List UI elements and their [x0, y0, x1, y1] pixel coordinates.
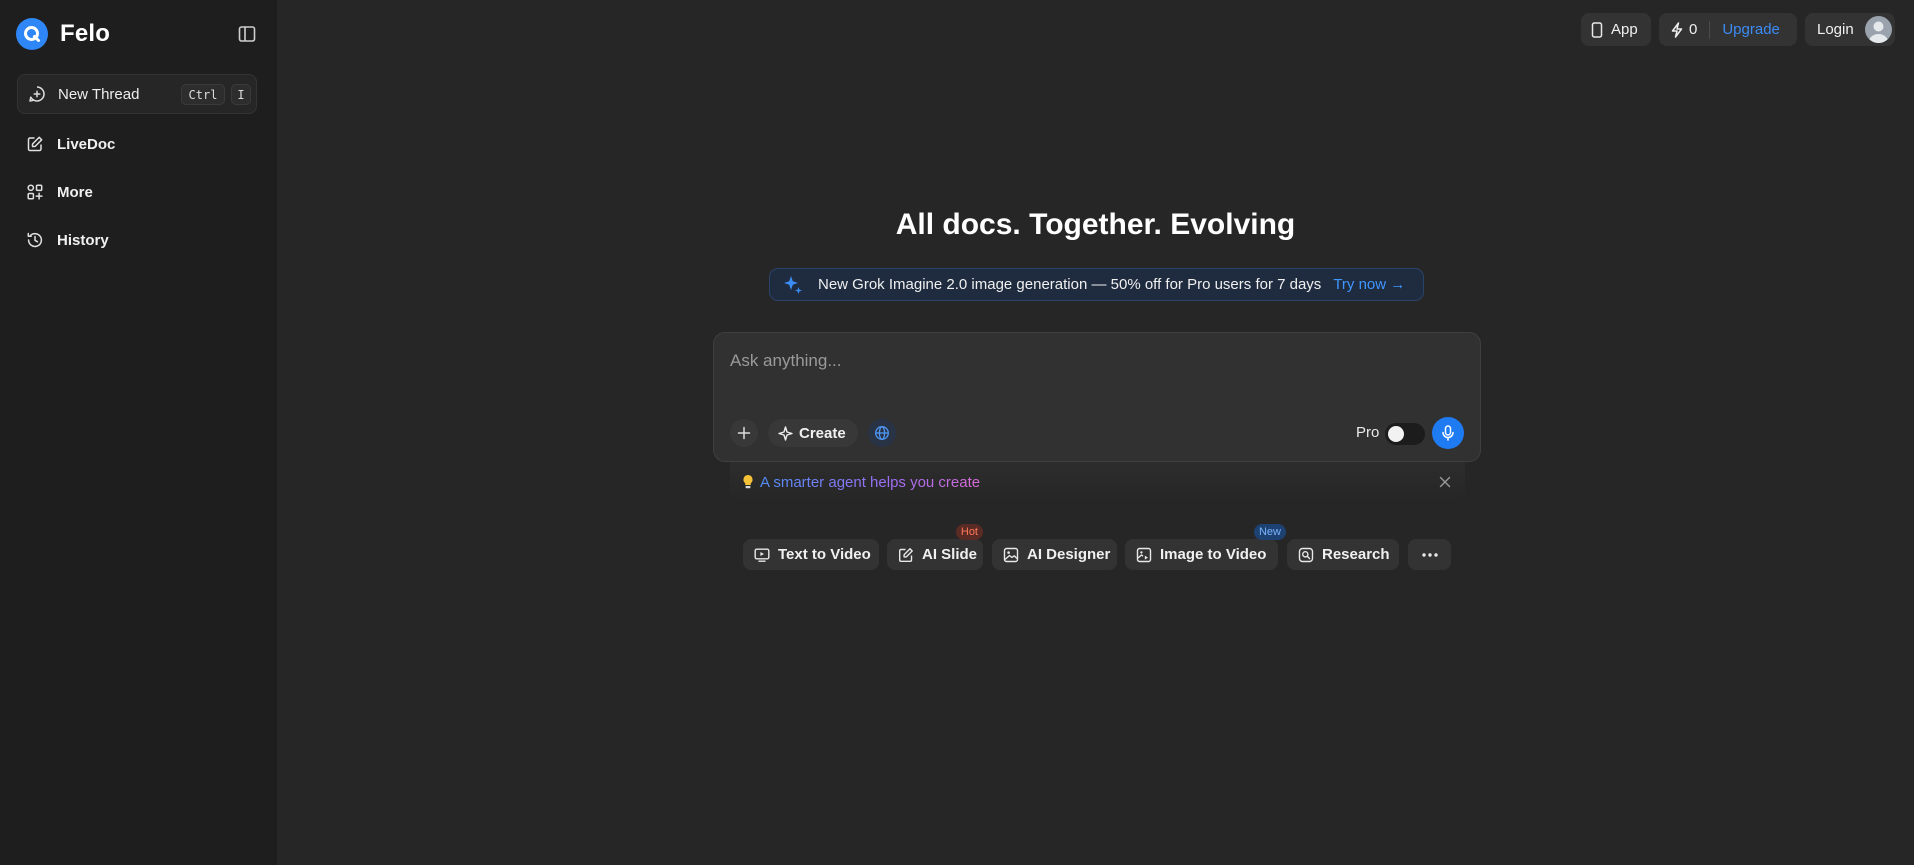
- chip-label: AI Designer: [1027, 546, 1111, 563]
- chip-ai-slide[interactable]: AI Slide Hot: [887, 524, 983, 570]
- shortcut-i-key: I: [231, 84, 251, 105]
- credits-pill: 0 Upgrade: [1659, 13, 1797, 46]
- chip-label: Image to Video: [1160, 546, 1267, 563]
- sidebar-toggle-icon[interactable]: [236, 23, 258, 45]
- edit-icon: [26, 135, 44, 153]
- promo-cta-link[interactable]: Try now →: [1333, 276, 1405, 293]
- sparkle-icon: [782, 274, 804, 296]
- felo-logo-icon: [16, 18, 48, 50]
- apps-icon: [26, 183, 44, 201]
- sidebar-item-label: History: [57, 231, 109, 249]
- app-button[interactable]: App: [1581, 13, 1651, 46]
- web-search-toggle[interactable]: [868, 419, 896, 447]
- chip-text-to-video[interactable]: Text to Video: [743, 539, 879, 570]
- chip-label: Text to Video: [778, 546, 871, 563]
- create-button[interactable]: Create: [768, 419, 858, 447]
- ask-input[interactable]: [730, 347, 1450, 375]
- pro-label: Pro: [1356, 424, 1380, 441]
- close-icon[interactable]: [1437, 474, 1453, 490]
- avatar: [1865, 16, 1892, 43]
- phone-icon: [1591, 21, 1603, 38]
- microphone-icon: [1441, 425, 1455, 441]
- credits-count: 0: [1689, 21, 1698, 38]
- new-thread-label: New Thread: [58, 85, 140, 103]
- tip-text: A smarter agent helps you create: [760, 473, 981, 491]
- promo-text: New Grok Imagine 2.0 image generation — …: [818, 276, 1322, 293]
- page-title: All docs. Together. Evolving: [895, 208, 1296, 241]
- sidebar-item-more[interactable]: More: [26, 180, 93, 204]
- attach-button[interactable]: [730, 419, 758, 447]
- app-label: App: [1611, 21, 1638, 38]
- globe-icon: [874, 425, 890, 441]
- hot-badge: Hot: [955, 524, 983, 540]
- brand-name: Felo: [60, 20, 111, 47]
- research-icon: [1298, 547, 1314, 563]
- sidebar: Felo New Thread Ctrl I LiveDoc More Hist…: [0, 0, 277, 865]
- voice-input-button[interactable]: [1432, 417, 1464, 449]
- new-thread-button[interactable]: New Thread Ctrl I: [17, 74, 257, 114]
- sidebar-item-history[interactable]: History: [26, 228, 109, 252]
- tip-bar: A smarter agent helps you create: [730, 462, 1465, 502]
- sparkle-outline-icon: [778, 425, 793, 441]
- sidebar-item-livedoc[interactable]: LiveDoc: [26, 132, 115, 156]
- toggle-knob: [1388, 426, 1404, 442]
- lightning-icon: [1671, 21, 1683, 38]
- more-horizontal-icon: [1421, 552, 1439, 558]
- new-badge: New: [1253, 524, 1286, 540]
- image-video-icon: [1136, 547, 1152, 563]
- sidebar-item-label: LiveDoc: [57, 135, 116, 153]
- create-label: Create: [799, 424, 846, 442]
- edit-box-icon: [898, 547, 914, 563]
- upgrade-link[interactable]: Upgrade: [1722, 21, 1780, 38]
- image-icon: [1003, 547, 1019, 563]
- chip-research[interactable]: Research: [1287, 539, 1399, 570]
- more-options-button[interactable]: [1408, 539, 1451, 570]
- history-icon: [26, 231, 44, 249]
- sidebar-item-label: More: [57, 183, 93, 201]
- chip-label: Research: [1322, 546, 1390, 563]
- plus-icon: [737, 426, 751, 440]
- promo-banner[interactable]: New Grok Imagine 2.0 image generation — …: [769, 268, 1424, 301]
- pro-toggle[interactable]: [1385, 423, 1425, 445]
- monitor-play-icon: [754, 547, 770, 563]
- lightbulb-icon: [742, 474, 754, 490]
- login-label: Login: [1817, 21, 1854, 38]
- ask-composer: Create Pro: [713, 332, 1481, 462]
- login-button[interactable]: Login: [1805, 13, 1895, 46]
- divider: [1709, 20, 1711, 39]
- chip-image-to-video[interactable]: Image to Video New: [1125, 524, 1286, 570]
- chat-plus-icon: [28, 85, 46, 103]
- chip-label: AI Slide: [922, 546, 978, 563]
- shortcut-ctrl-key: Ctrl: [181, 84, 225, 105]
- brand[interactable]: Felo: [16, 18, 110, 50]
- chip-ai-designer[interactable]: AI Designer: [992, 539, 1117, 570]
